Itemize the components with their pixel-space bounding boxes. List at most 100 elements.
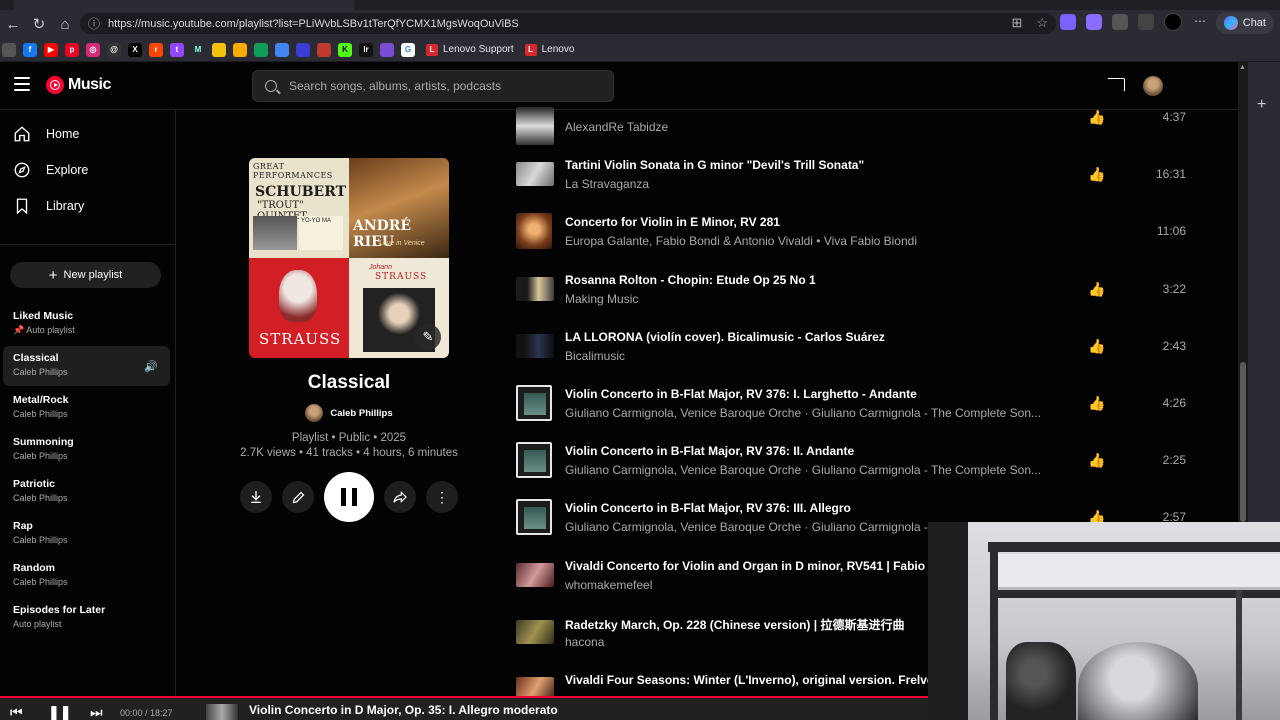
- browser-tab[interactable]: [14, 0, 354, 10]
- bookmark-lenovo[interactable]: L Lenovo: [524, 43, 574, 56]
- refresh-icon[interactable]: ↻: [26, 11, 52, 37]
- track-row[interactable]: Violin Concerto in B-Flat Major, RV 376:…: [516, 385, 1196, 442]
- cast-icon[interactable]: [1107, 78, 1125, 92]
- nav-home[interactable]: Home: [12, 124, 79, 144]
- google-icon[interactable]: G: [401, 42, 415, 57]
- track-row[interactable]: Rosanna Rolton - Chopin: Etude Op 25 No …: [516, 271, 1196, 328]
- sheets-icon[interactable]: [254, 42, 268, 57]
- thumbs-up-icon[interactable]: 👍: [1088, 166, 1106, 184]
- favorite-star-icon[interactable]: ☆: [1036, 15, 1048, 31]
- track-artist[interactable]: Giuliano Carmignola, Venice Baroque Orch…: [565, 406, 1041, 420]
- facebook-icon[interactable]: f: [23, 42, 37, 57]
- playback-progress[interactable]: [0, 696, 928, 698]
- ytmusic-logo[interactable]: Music: [46, 76, 111, 94]
- address-bar[interactable]: ⓘ https://music.youtube.com/playlist?lis…: [80, 13, 1056, 34]
- more-vert-icon[interactable]: ⋮: [426, 481, 458, 513]
- extensions-puzzle-icon[interactable]: [1112, 14, 1128, 30]
- back-icon[interactable]: ←: [0, 11, 26, 37]
- profile-icon[interactable]: [1164, 13, 1182, 31]
- track-title[interactable]: Violin Concerto in B-Flat Major, RV 376:…: [565, 501, 851, 515]
- share-icon[interactable]: [384, 481, 416, 513]
- thumbs-up-icon[interactable]: 👍: [1088, 452, 1106, 470]
- search-input[interactable]: [289, 79, 589, 93]
- bookmark-icon[interactable]: lr: [359, 42, 373, 57]
- bookmark-icon[interactable]: [380, 42, 394, 57]
- track-artist[interactable]: Making Music: [565, 292, 638, 306]
- twitch-icon[interactable]: t: [170, 42, 184, 57]
- pinterest-icon[interactable]: p: [65, 42, 79, 57]
- bookmark-icon[interactable]: M: [191, 42, 205, 57]
- track-title[interactable]: Radetzky March, Op. 228 (Chinese version…: [565, 616, 904, 633]
- download-icon[interactable]: [240, 481, 272, 513]
- edit-cover-pencil-icon[interactable]: ✎: [415, 324, 441, 350]
- track-artist[interactable]: hacona: [565, 635, 604, 649]
- site-info-icon[interactable]: ⓘ: [88, 15, 100, 32]
- bookmark-icon[interactable]: [317, 42, 331, 57]
- account-avatar[interactable]: [1143, 76, 1163, 96]
- search-box[interactable]: [252, 70, 614, 102]
- nav-library[interactable]: Library: [12, 196, 84, 216]
- add-sidebar-icon[interactable]: +: [1257, 96, 1266, 114]
- track-row[interactable]: LA LLORONA (violín cover). Bicalimusic -…: [516, 328, 1196, 385]
- sidebar-playlist-random[interactable]: Random Caleb Phillips: [3, 556, 170, 596]
- track-title[interactable]: Rosanna Rolton - Chopin: Etude Op 25 No …: [565, 273, 816, 287]
- thumbs-up-icon[interactable]: 👍: [1088, 109, 1106, 127]
- sidebar-playlist-episodes-for-later[interactable]: Episodes for Later Auto playlist: [3, 598, 170, 638]
- pause-icon[interactable]: ❚❚: [48, 704, 71, 720]
- track-title[interactable]: Violin Concerto in B-Flat Major, RV 376:…: [565, 444, 854, 458]
- nav-explore[interactable]: Explore: [12, 160, 88, 180]
- track-row[interactable]: Violin Concerto in B-Flat Major, RV 376:…: [516, 442, 1196, 499]
- track-title[interactable]: Tartini Violin Sonata in G minor "Devil'…: [565, 158, 864, 172]
- sidebar-playlist-rap[interactable]: Rap Caleb Phillips: [3, 514, 170, 554]
- track-row[interactable]: Concerto for Violin in E Minor, RV 281 E…: [516, 213, 1196, 270]
- more-menu-icon[interactable]: ⋯: [1192, 14, 1208, 30]
- edit-pencil-icon[interactable]: [282, 481, 314, 513]
- extension-icon[interactable]: [1060, 14, 1076, 30]
- bookmark-icon[interactable]: [275, 42, 289, 57]
- youtube-icon[interactable]: ▶: [44, 42, 58, 57]
- sidebar-playlist-classical[interactable]: Classical Caleb Phillips 🔊: [3, 346, 170, 386]
- track-artist[interactable]: AlexandRe Tabidze: [565, 120, 668, 134]
- bookmark-lenovo-support[interactable]: L Lenovo Support: [426, 43, 514, 56]
- extension-icon[interactable]: [1086, 14, 1102, 30]
- scrollbar-thumb[interactable]: [1240, 362, 1246, 522]
- new-playlist-button[interactable]: + New playlist: [10, 262, 161, 288]
- track-artist[interactable]: Europa Galante, Fabio Bondi & Antonio Vi…: [565, 234, 917, 248]
- x-icon[interactable]: X: [128, 42, 142, 57]
- track-artist[interactable]: whomakemefeel: [565, 578, 652, 592]
- bookmark-icon[interactable]: [233, 42, 247, 57]
- thumbs-up-icon[interactable]: 👍: [1088, 281, 1106, 299]
- bookmark-icon[interactable]: [212, 42, 226, 57]
- next-icon[interactable]: ⏭: [90, 704, 103, 720]
- track-title[interactable]: Violin Concerto in B-Flat Major, RV 376:…: [565, 387, 917, 401]
- pause-button[interactable]: [324, 472, 374, 522]
- playlist-owner[interactable]: Caleb Phillips: [249, 404, 449, 422]
- bookmark-icon[interactable]: [296, 42, 310, 57]
- thumbs-up-icon[interactable]: 👍: [1088, 338, 1106, 356]
- instagram-icon[interactable]: ◎: [86, 42, 100, 57]
- sidebar-playlist-patriotic[interactable]: Patriotic Caleb Phillips: [3, 472, 170, 512]
- scroll-up-icon[interactable]: ▲: [1239, 64, 1246, 71]
- previous-icon[interactable]: ⏮: [10, 704, 23, 720]
- menu-icon[interactable]: [14, 77, 30, 91]
- favorites-icon[interactable]: [1138, 14, 1154, 30]
- reddit-icon[interactable]: r: [149, 42, 163, 57]
- bookmark-folder-icon[interactable]: [2, 42, 16, 57]
- sidebar-playlist-summoning[interactable]: Summoning Caleb Phillips: [3, 430, 170, 470]
- track-title[interactable]: Vivaldi Four Seasons: Winter (L'Inverno)…: [565, 673, 952, 687]
- copilot-chat-button[interactable]: Chat: [1215, 12, 1274, 34]
- track-title[interactable]: LA LLORONA (violín cover). Bicalimusic -…: [565, 330, 885, 344]
- track-artist[interactable]: Bicalimusic: [565, 349, 625, 363]
- track-artist[interactable]: Giuliano Carmignola, Venice Baroque Orch…: [565, 520, 928, 534]
- sidebar-playlist-metal-rock[interactable]: Metal/Rock Caleb Phillips: [3, 388, 170, 428]
- track-row[interactable]: Tartini Violin Sonata in G minor "Devil'…: [516, 156, 1196, 213]
- track-artist[interactable]: La Stravaganza: [565, 177, 649, 191]
- sidebar-playlist-liked-music[interactable]: Liked Music 📌 Auto playlist: [3, 304, 170, 344]
- app-available-icon[interactable]: ⊞: [1011, 15, 1022, 31]
- track-title[interactable]: Vivaldi Concerto for Violin and Organ in…: [565, 559, 955, 573]
- thumbs-up-icon[interactable]: 👍: [1088, 395, 1106, 413]
- track-title[interactable]: Concerto for Violin in E Minor, RV 281: [565, 215, 780, 229]
- track-artist[interactable]: Giuliano Carmignola, Venice Baroque Orch…: [565, 463, 1041, 477]
- home-icon[interactable]: ⌂: [52, 11, 78, 37]
- kick-icon[interactable]: K: [338, 42, 352, 57]
